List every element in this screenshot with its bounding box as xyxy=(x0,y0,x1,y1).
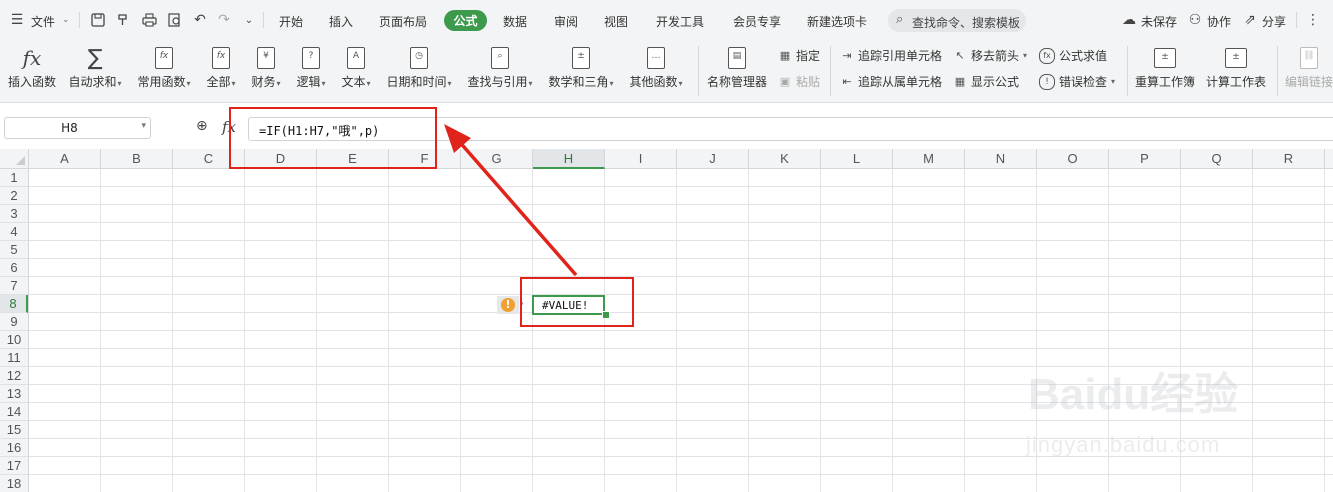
watermark: Baidu经验 jingyan.baidu.com xyxy=(1020,348,1320,468)
watermark-url: jingyan.baidu.com xyxy=(1026,432,1221,457)
watermark-logo: Baidu经验 xyxy=(1028,370,1239,419)
